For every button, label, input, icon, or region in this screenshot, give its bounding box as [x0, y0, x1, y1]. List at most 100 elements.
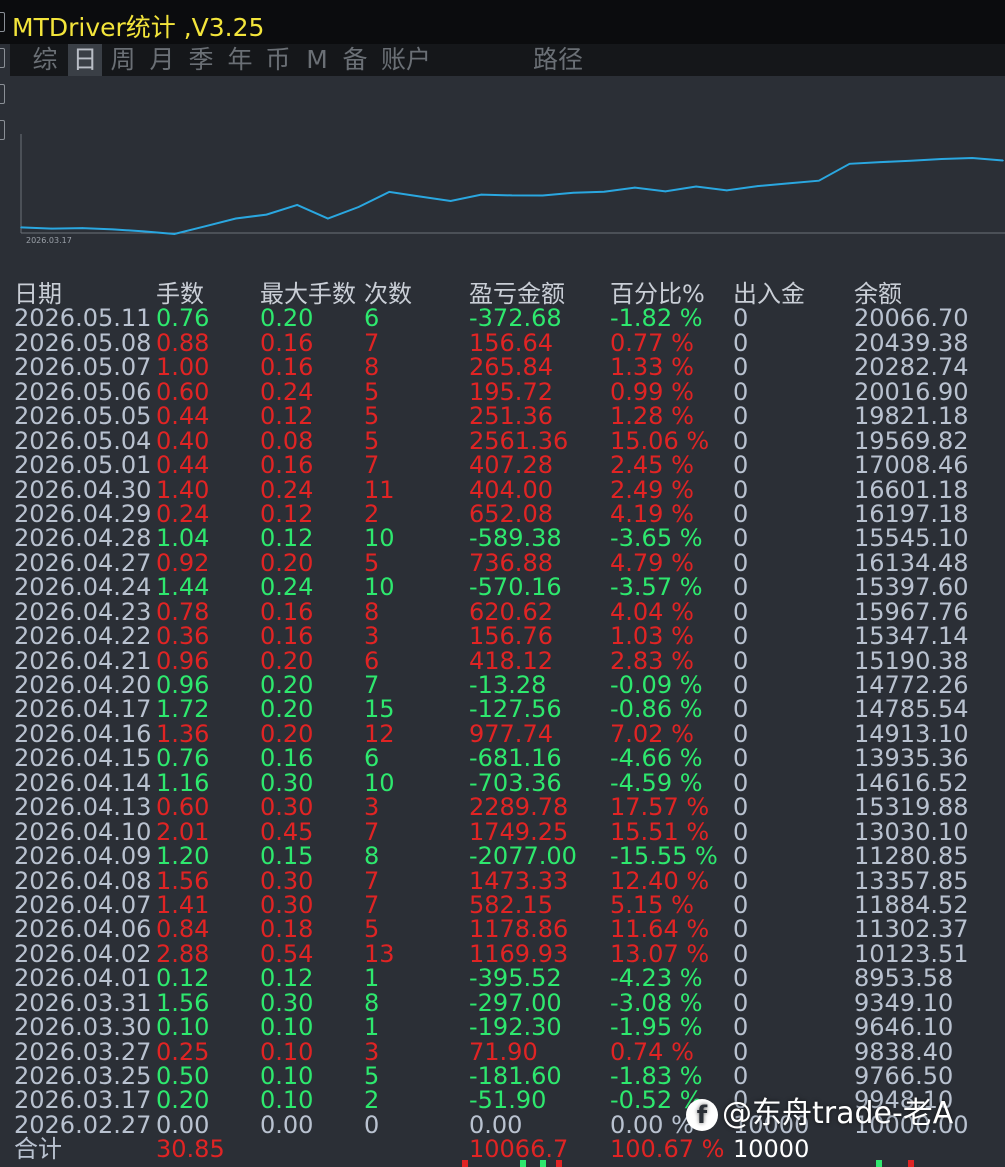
header-percent[interactable]: 百分比% — [610, 282, 705, 307]
table-row[interactable]: 2026.04.20 0.96 0.20 7 -13.28 -0.09 % 0 14772.2… — [0, 671, 1005, 699]
edge-handle[interactable] — [0, 12, 5, 32]
table-row[interactable]: 2026.05.07 1.00 0.16 8 265.84 1.33 % 0 20282.74 — [0, 353, 1005, 382]
cell-max-lots: 0.16 — [260, 451, 314, 480]
cell-balance: 13030.10 — [854, 817, 969, 846]
cell-percent: -1.82 % — [610, 304, 703, 333]
balance-point-2026.04.21 — [572, 191, 575, 194]
cell-lots: 1.72 — [156, 695, 210, 724]
tab-currency[interactable]: 币 — [261, 44, 295, 76]
cell-percent: -3.65 % — [610, 524, 703, 553]
cell-balance: 20066.70 — [854, 304, 969, 333]
cell-date: 2026.04.09 — [14, 842, 152, 871]
balance-point-2026.04.08 — [296, 204, 299, 206]
table-row[interactable]: 2026.04.30 1.40 0.24 11 404.00 2.49 % 0 16601.1… — [0, 477, 1005, 502]
tab-path[interactable]: 路径 — [528, 44, 588, 76]
cell-date: 2026.04.14 — [14, 768, 152, 797]
table-row[interactable]: 2026.05.04 0.40 0.08 5 2561.36 15.06 % 0 19569.… — [0, 426, 1005, 455]
cell-lots: 1.56 — [156, 988, 210, 1017]
cell-date: 2026.04.17 — [14, 695, 152, 724]
cell-max-lots: 0.18 — [260, 915, 314, 944]
table-row[interactable]: 2026.05.08 0.88 0.16 7 156.64 0.77 % 0 20439.38 — [0, 328, 1005, 357]
cell-balance: 20439.38 — [854, 328, 969, 357]
table-row[interactable]: 2026.03.31 1.56 0.30 8 -297.00 -3.08 % 0 9349.1… — [0, 988, 1005, 1017]
cell-max-lots: 0.15 — [260, 842, 314, 871]
tab-account[interactable]: 账户 — [376, 44, 436, 76]
balance-point-2026.04.10 — [357, 206, 360, 208]
cell-max-lots: 0.45 — [260, 817, 314, 846]
table-row[interactable]: 2026.04.17 1.72 0.20 15 -127.56 -0.86 % 0 14785… — [0, 695, 1005, 724]
cell-count: 1 — [364, 964, 380, 993]
tab-overview[interactable]: 综 — [28, 44, 62, 76]
header-lots[interactable]: 手数 — [156, 282, 204, 307]
cell-count: 7 — [364, 328, 380, 357]
cell-count: 3 — [364, 1037, 380, 1066]
table-row[interactable]: 2026.04.01 0.12 0.12 1 -395.52 -4.23 % 0 8953.5… — [0, 964, 1005, 993]
header-pnl[interactable]: 盈亏金额 — [469, 282, 565, 307]
edge-handle[interactable] — [0, 48, 5, 68]
table-row[interactable]: 2026.04.09 1.20 0.15 8 -2077.00 -15.55 % 0 1128… — [0, 842, 1005, 871]
cell-lots: 0.12 — [156, 964, 210, 993]
balance-point-2026.03.30 — [112, 228, 114, 231]
cell-pnl: -127.56 — [469, 695, 562, 724]
table-row[interactable]: 2026.04.07 1.41 0.30 7 582.15 5.15 % 0 11884.52 — [0, 890, 1005, 919]
header-balance[interactable]: 余额 — [854, 282, 902, 307]
header-count[interactable]: 次数 — [364, 282, 412, 307]
table-row[interactable]: 2026.05.05 0.44 0.12 5 251.36 1.28 % 0 19821.18 — [0, 402, 1005, 431]
header-max-lots[interactable]: 最大手数 — [260, 282, 356, 307]
cell-count: 13 — [364, 939, 395, 968]
table-row[interactable]: 2026.03.25 0.50 0.10 5 -181.60 -1.83 % 0 9766.5… — [0, 1064, 1005, 1089]
header-deposit[interactable]: 出入金 — [733, 282, 805, 307]
cell-pnl: 1169.93 — [469, 939, 569, 968]
cell-pnl: 265.84 — [469, 353, 553, 382]
tab-year[interactable]: 年 — [223, 44, 257, 76]
cell-count: 8 — [364, 353, 380, 382]
table-row[interactable]: 2026.05.11 0.76 0.20 6 -372.68 -1.82 % 0 20066.… — [0, 304, 1005, 333]
tab-quarter[interactable]: 季 — [184, 44, 218, 76]
cell-date: 2026.04.10 — [14, 817, 152, 846]
cell-percent: 15.06 % — [610, 426, 710, 455]
table-row[interactable]: 2026.04.10 2.01 0.45 7 1749.25 15.51 % 0 13030.… — [0, 817, 1005, 846]
table-row[interactable]: 2026.03.30 0.10 0.10 1 -192.30 -1.95 % 0 9646.1… — [0, 1015, 1005, 1040]
table-row[interactable]: 2026.04.13 0.60 0.30 3 2289.78 17.57 % 0 15319.… — [0, 793, 1005, 822]
cell-lots: 0.60 — [156, 793, 210, 822]
table-row[interactable]: 2026.05.01 0.44 0.16 7 407.28 2.45 % 0 17008.46 — [0, 451, 1005, 480]
table-row[interactable]: 2026.05.06 0.60 0.24 5 195.72 0.99 % 0 20016.90 — [0, 379, 1005, 404]
cell-percent: 11.64 % — [610, 915, 710, 944]
tab-day[interactable]: 日 — [68, 44, 102, 76]
table-row[interactable]: 2026.04.14 1.16 0.30 10 -703.36 -4.59 % 0 14616… — [0, 768, 1005, 797]
cell-balance: 14785.54 — [854, 695, 969, 724]
cell-max-lots: 0.12 — [260, 499, 314, 528]
cell-lots: 0.20 — [156, 1086, 210, 1115]
table-row[interactable]: 2026.04.08 1.56 0.30 7 1473.33 12.40 % 0 13357.… — [0, 866, 1005, 895]
cell-count: 7 — [364, 451, 380, 480]
cell-deposit: 0 — [733, 768, 749, 797]
tab-month[interactable]: 月 — [145, 44, 179, 76]
cell-percent: 12.40 % — [610, 866, 710, 895]
table-row[interactable]: 2026.04.15 0.76 0.16 6 -681.16 -4.66 % 0 13935.… — [0, 746, 1005, 771]
table-row[interactable]: 2026.04.23 0.78 0.16 8 620.62 4.04 % 0 15967.76 — [0, 599, 1005, 624]
table-row[interactable]: 2026.04.21 0.96 0.20 6 418.12 2.83 % 0 15190.38 — [0, 648, 1005, 673]
balance-point-2026.04.22 — [603, 190, 605, 193]
table-row[interactable]: 2026.04.06 0.84 0.18 5 1178.86 11.64 % 0 11302.… — [0, 915, 1005, 944]
table-row[interactable]: 2026.04.22 0.36 0.16 3 156.76 1.03 % 0 15347.14 — [0, 624, 1005, 649]
table-row[interactable]: 2026.04.02 2.88 0.54 13 1169.93 13.07 % 0 10123… — [0, 939, 1005, 968]
table-row[interactable]: 2026.04.28 1.04 0.12 10 -589.38 -3.65 % 0 15545… — [0, 524, 1005, 553]
cell-balance: 14772.26 — [854, 671, 969, 699]
table-row[interactable]: 2026.04.27 0.92 0.20 5 736.88 4.79 % 0 16134.48 — [0, 550, 1005, 575]
table-row[interactable]: 2026.04.16 1.36 0.20 12 977.74 7.02 % 0 14913.1… — [0, 721, 1005, 746]
cell-max-lots: 0.16 — [260, 353, 314, 382]
cell-lots: 0.40 — [156, 426, 210, 455]
cell-balance: 19821.18 — [854, 402, 969, 431]
header-date[interactable]: 日期 — [14, 282, 62, 307]
tab-notes[interactable]: 备 — [338, 44, 372, 76]
tab-week[interactable]: 周 — [106, 44, 140, 76]
table-row[interactable]: 2026.04.29 0.24 0.12 2 652.08 4.19 % 0 16197.18 — [0, 499, 1005, 528]
cell-percent: 13.07 % — [610, 939, 710, 968]
tab-m[interactable]: M — [300, 44, 334, 76]
cell-lots: 0.00 — [156, 1110, 210, 1139]
cell-date: 2026.03.17 — [14, 1086, 152, 1115]
table-row[interactable]: 2026.04.24 1.44 0.24 10 -570.16 -3.57 % 0 15397… — [0, 575, 1005, 600]
cell-percent: 5.15 % — [610, 890, 694, 919]
cell-deposit: 0 — [733, 793, 749, 822]
table-row[interactable]: 2026.03.27 0.25 0.10 3 71.90 0.74 % 0 9838.40 — [0, 1037, 1005, 1066]
